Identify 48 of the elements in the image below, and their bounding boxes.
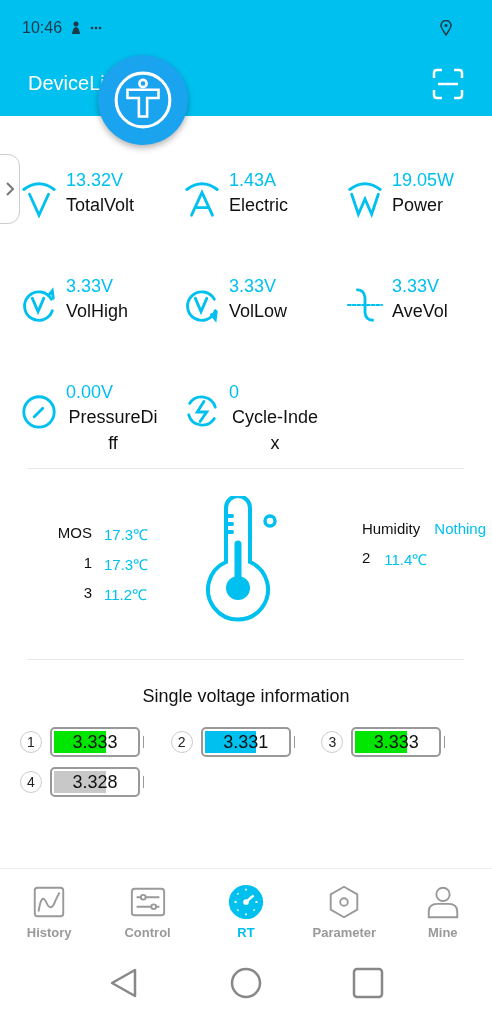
ampere-icon	[183, 180, 221, 218]
voltage-up-icon	[20, 286, 58, 324]
metric-label: AveVol	[392, 300, 449, 323]
nav-tab[interactable]: Mine	[397, 883, 488, 940]
status-time: 10:46	[22, 18, 63, 37]
metric-value: 0.00V	[66, 381, 114, 404]
cell-voltage: 3.328	[72, 771, 118, 793]
metric-label: Cycle-Index	[230, 406, 319, 455]
temperature-value: 11.2℃	[104, 585, 148, 604]
metric-label: PressureDiff	[67, 406, 159, 455]
metric-value: 19.05W	[392, 169, 455, 192]
sensor-label: MOS	[57, 524, 92, 543]
more-icon	[90, 25, 103, 30]
gauge-icon	[226, 883, 265, 921]
metric-value: 3.33V	[392, 275, 440, 298]
sensor-label: 2	[361, 548, 371, 568]
average-icon	[346, 286, 384, 324]
temperature-value: 11.4℃	[384, 549, 428, 569]
metric-label: Power	[392, 194, 445, 217]
metric-value: 13.32V	[66, 169, 124, 192]
nav-tab[interactable]: Control	[102, 883, 193, 940]
recents-button[interactable]	[352, 967, 384, 999]
app-title: DeviceLi	[28, 72, 105, 95]
metric-value: 1.43A	[229, 169, 277, 192]
temperature-value: 17.3℃	[104, 525, 149, 544]
person-icon	[70, 20, 83, 35]
metric-label: TotalVolt	[66, 194, 136, 217]
scan-button[interactable]	[432, 67, 464, 100]
metric-value: 3.33V	[229, 275, 277, 298]
metric-label: Electric	[229, 194, 289, 217]
gauge-icon	[20, 392, 58, 430]
metric-label: VolLow	[229, 300, 289, 323]
nav-tab[interactable]: RT	[200, 883, 291, 940]
temperature-value: 17.3℃	[104, 555, 149, 574]
sensor-label: 3	[83, 584, 92, 603]
watt-icon	[346, 180, 384, 218]
section-title: Single voltage information	[141, 686, 351, 707]
metric-value: 3.33V	[66, 275, 114, 298]
nav-tab[interactable]: History	[4, 883, 95, 940]
metric-label: VolHigh	[66, 300, 130, 323]
volt-icon	[20, 180, 58, 218]
nav-tab[interactable]: Parameter	[299, 883, 390, 940]
home-button[interactable]	[230, 967, 262, 999]
humidity-value: Nothing	[434, 519, 486, 537]
sensor-label: 1	[83, 554, 92, 573]
metric-value: 0	[229, 381, 239, 404]
location-icon	[440, 19, 452, 36]
humidity-label: Humidity	[361, 519, 421, 537]
